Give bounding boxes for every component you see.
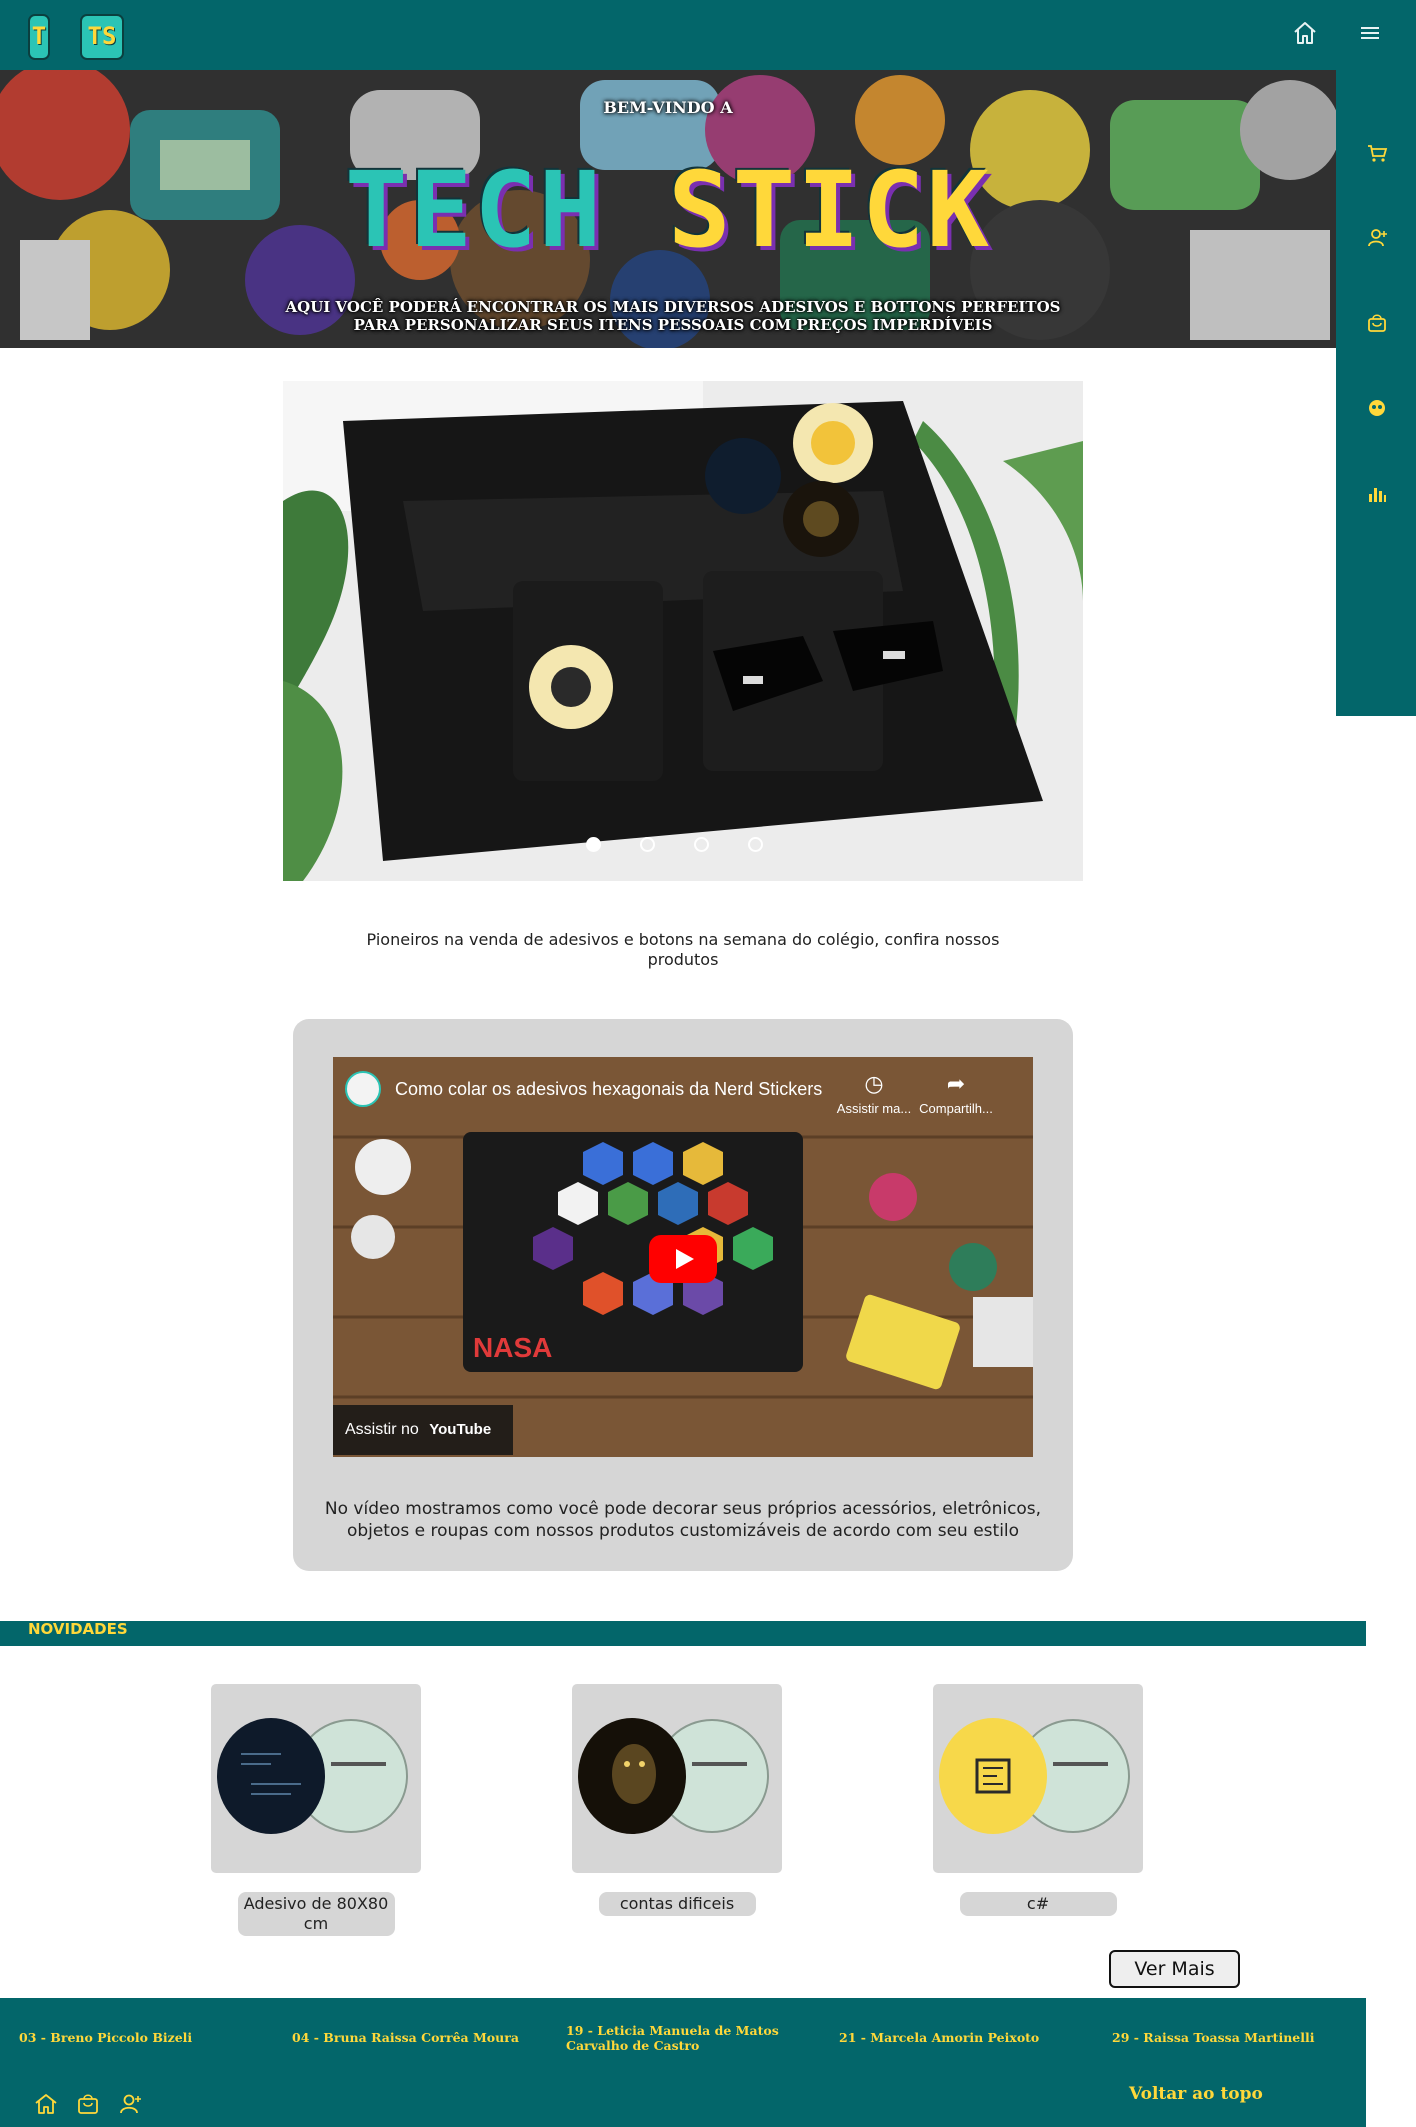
video-caption: No vídeo mostramos como você pode decora…: [324, 1499, 1042, 1541]
emoji-icon[interactable]: [1366, 397, 1388, 419]
novidades-label: NOVIDADES: [28, 1620, 128, 1638]
logo-t-letter: T: [31, 22, 47, 50]
watch-later-label: Assistir ma...: [836, 1101, 912, 1116]
hero-title-tech: TECH: [344, 149, 604, 271]
product-image[interactable]: [572, 1684, 782, 1873]
image-carousel[interactable]: [283, 381, 1083, 881]
footer: 03 - Breno Piccolo Bizeli 04 - Bruna Rai…: [0, 1998, 1366, 2127]
share-label: Compartilh...: [919, 1101, 993, 1116]
share-icon: ➦: [946, 1071, 966, 1096]
credit-item: 03 - Breno Piccolo Bizeli: [19, 2030, 193, 2045]
product-name[interactable]: c#: [959, 1892, 1117, 1916]
watch-on-youtube-button[interactable]: Assistir no YouTube: [333, 1405, 513, 1455]
ver-mais-button[interactable]: Ver Mais: [1109, 1950, 1240, 1988]
top-navbar: T TS: [0, 0, 1416, 70]
logo-ts-letter: TS: [87, 22, 117, 50]
credit-item: 04 - Bruna Raissa Corrêa Moura: [292, 2030, 519, 2045]
hero-subtitle: AQUI VOCÊ PODERÁ ENCONTRAR OS MAIS DIVER…: [285, 298, 1061, 334]
youtube-embed[interactable]: NASA Como colar os adesivos hexagonais d…: [333, 1057, 1033, 1457]
hero-banner: BEM-VINDO A TECH STICK AQUI VOCÊ PODERÁ …: [0, 70, 1336, 348]
product-name[interactable]: contas dificeis: [598, 1892, 756, 1916]
video-card: NASA Como colar os adesivos hexagonais d…: [293, 1019, 1073, 1571]
credit-item: 19 - Leticia Manuela de Matos Carvalho d…: [566, 2023, 779, 2053]
watch-on-label: Assistir no: [345, 1421, 419, 1438]
home-icon[interactable]: [33, 2091, 59, 2117]
side-rail: [1336, 70, 1416, 716]
shopping-bag-icon[interactable]: [75, 2091, 101, 2117]
channel-avatar[interactable]: [345, 1071, 381, 1107]
play-button[interactable]: [649, 1235, 717, 1283]
logo-ts[interactable]: TS: [80, 14, 124, 60]
carousel-dot-1[interactable]: [586, 837, 601, 852]
nasa-sticker: NASA: [473, 1332, 552, 1363]
clock-icon: ◷: [864, 1071, 884, 1096]
hero-title: TECH STICK: [0, 150, 1336, 270]
shopping-bag-icon[interactable]: [1366, 312, 1388, 334]
cart-icon[interactable]: [1366, 142, 1388, 164]
share-button[interactable]: ➦ Compartilh...: [911, 1071, 1001, 1116]
product-card[interactable]: contas dificeis: [572, 1684, 782, 1916]
logo-t[interactable]: T: [28, 14, 50, 60]
product-image[interactable]: [933, 1684, 1143, 1873]
hero-kicker: BEM-VINDO A: [603, 98, 733, 117]
product-name[interactable]: Adesivo de 80X80 cm: [237, 1892, 395, 1936]
user-icon[interactable]: [1366, 227, 1388, 249]
user-icon[interactable]: [117, 2091, 143, 2117]
carousel-dot-4[interactable]: [748, 837, 763, 852]
youtube-logo: YouTube: [429, 1421, 492, 1438]
menu-icon[interactable]: [1355, 18, 1385, 48]
watch-later-button[interactable]: ◷ Assistir ma...: [829, 1071, 919, 1116]
product-image[interactable]: [211, 1684, 421, 1873]
back-to-top-link[interactable]: Voltar ao topo: [1129, 2084, 1263, 2104]
novidades-bar: [0, 1621, 1366, 1646]
hero-title-stick: STICK: [668, 149, 992, 271]
product-card[interactable]: c#: [933, 1684, 1143, 1916]
carousel-dot-2[interactable]: [640, 837, 655, 852]
chart-icon[interactable]: [1366, 482, 1388, 504]
credit-item: 29 - Raissa Toassa Martinelli: [1112, 2030, 1315, 2045]
product-card[interactable]: Adesivo de 80X80 cm: [211, 1684, 421, 1936]
carousel-slide-bag: [283, 381, 1083, 881]
intro-text: Pioneiros na venda de adesivos e botons …: [366, 930, 1000, 969]
carousel-dot-3[interactable]: [694, 837, 709, 852]
video-title[interactable]: Como colar os adesivos hexagonais da Ner…: [395, 1079, 822, 1100]
home-icon[interactable]: [1290, 18, 1320, 48]
credit-item: 21 - Marcela Amorin Peixoto: [839, 2030, 1040, 2045]
